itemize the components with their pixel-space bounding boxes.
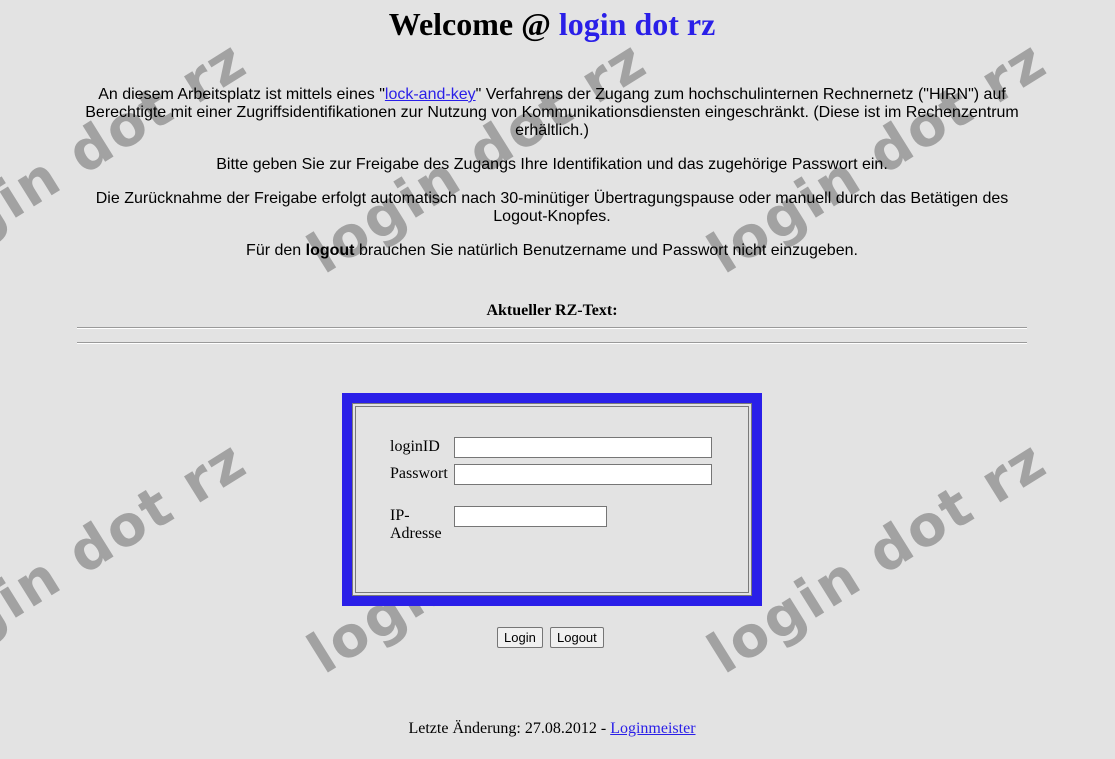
lock-and-key-link[interactable]: lock-and-key [385,86,476,103]
intro-paragraph-logout-info: Die Zurücknahme der Freigabe erfolgt aut… [95,190,1009,225]
intro-text: brauchen Sie natürlich Benutzername und … [354,242,858,259]
login-form-inner-border [355,406,749,593]
last-modified-text: Letzte Änderung: 27.08.2012 - [408,720,611,737]
intro-text: An diesem Arbeitsplatz ist mittels eines… [98,86,385,103]
watermark: login dot rz [0,427,259,687]
password-input[interactable] [454,464,712,485]
ip-address-label-line1: IP- [390,507,410,524]
page-title: Welcome @ login dot rz [0,4,1104,44]
rz-text-heading: Aktueller RZ-Text: [486,302,618,319]
intro-text: Für den [246,242,306,259]
login-id-input[interactable] [454,437,712,458]
ip-address-input[interactable] [454,506,607,527]
intro-paragraph-logout-hint: Für den logout brauchen Sie natürlich Be… [77,242,1027,260]
login-form-panel: loginID Passwort IP- Adresse [352,403,752,596]
ip-address-label-line2: Adresse [390,525,442,542]
logout-button[interactable]: Logout [550,627,604,648]
intro-paragraph-access: An diesem Arbeitsplatz ist mittels eines… [77,86,1027,140]
login-id-label: loginID [390,438,440,455]
login-form-frame: loginID Passwort IP- Adresse [342,393,762,606]
password-label: Passwort [390,465,448,482]
welcome-prefix: Welcome @ [388,6,559,42]
login-button[interactable]: Login [497,627,543,648]
divider [77,327,1027,329]
intro-paragraph-instructions: Bitte geben Sie zur Freigabe des Zugangs… [216,156,888,173]
divider [77,342,1027,344]
logout-emphasis: logout [305,242,355,259]
footer: Letzte Änderung: 27.08.2012 - Loginmeist… [0,720,1104,738]
loginmeister-link[interactable]: Loginmeister [610,720,695,737]
brand-name: login dot rz [558,6,716,42]
